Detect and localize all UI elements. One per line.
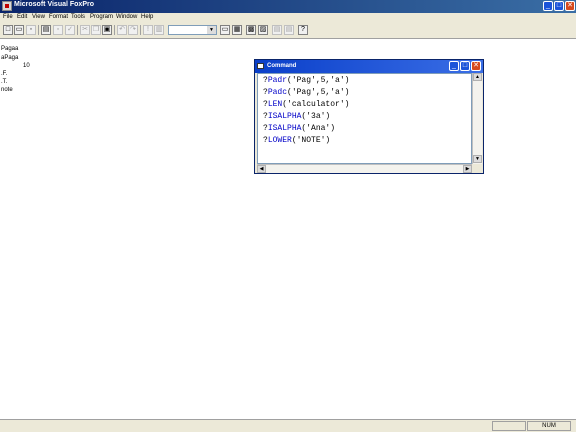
menu-file[interactable]: File	[3, 14, 13, 20]
toolbar-separator	[114, 25, 115, 35]
run-icon[interactable]: !	[143, 25, 153, 35]
code-window-icon[interactable]: ▤	[284, 25, 294, 35]
output-line: 10	[23, 63, 30, 69]
command-close-button[interactable]: ✕	[471, 61, 481, 71]
chevron-down-icon: ▼	[207, 26, 216, 34]
command-line[interactable]: ?ISALPHA('Ana')	[263, 123, 335, 134]
horizontal-scrollbar[interactable]: ◀ ▶	[257, 164, 472, 173]
menu-format[interactable]: Format	[49, 14, 68, 20]
command-args: ('NOTE')	[291, 136, 331, 145]
scroll-up-icon[interactable]: ▲	[473, 73, 482, 81]
command-line[interactable]: ?ISALPHA('3a')	[263, 111, 330, 122]
code-icon[interactable]: ▤	[272, 25, 282, 35]
scroll-down-icon[interactable]: ▼	[473, 155, 482, 163]
menu-edit[interactable]: Edit	[17, 14, 27, 20]
command-line[interactable]: ?LEN('calculator')	[263, 99, 349, 110]
command-line[interactable]: ?Padr('Pag',5,'a')	[263, 75, 349, 86]
database-dropdown[interactable]: ▼	[168, 25, 217, 35]
command-window-titlebar[interactable]: Command _ □ ✕	[255, 60, 483, 73]
close-button[interactable]: ✕	[565, 1, 575, 11]
output-line: Pagaa	[1, 46, 19, 52]
command-args: ('Ana')	[301, 124, 336, 133]
output-line: note	[1, 87, 13, 93]
command-line[interactable]: ?LOWER('NOTE')	[263, 135, 330, 146]
form-designer-icon[interactable]: ▩	[246, 25, 256, 35]
standard-toolbar: □ ▭ ▪ ▤ ▫ ✓ ✂ ❐ ▣ ↶ ↷ ! ▥ ▼ ▭ ▦ ▩ ▨ ▤ ▤ …	[0, 23, 576, 39]
menu-tools[interactable]: Tools	[71, 14, 85, 20]
app-title: Microsoft Visual FoxPro	[14, 1, 94, 8]
output-line: aPaga	[1, 55, 19, 61]
toolbar-separator	[77, 25, 78, 35]
menu-view[interactable]: View	[32, 14, 45, 20]
command-window-icon	[257, 63, 264, 69]
scroll-right-icon[interactable]: ▶	[463, 165, 472, 173]
redo-icon[interactable]: ↷	[128, 25, 138, 35]
menu-window[interactable]: Window	[116, 14, 137, 20]
vertical-scrollbar[interactable]: ▲ ▼	[472, 73, 482, 164]
command-args: ('Pag',5,'a')	[287, 88, 350, 97]
command-function: ISALPHA	[267, 112, 302, 121]
spelling-icon[interactable]: ✓	[65, 25, 75, 35]
command-args: ('3a')	[301, 112, 331, 121]
save-icon[interactable]: ▪	[26, 25, 36, 35]
print-icon[interactable]: ▤	[41, 25, 51, 35]
report-designer-icon[interactable]: ▨	[258, 25, 268, 35]
command-line[interactable]: ?Padc('Pag',5,'a')	[263, 87, 349, 98]
new-icon[interactable]: □	[3, 25, 13, 35]
data-session-icon[interactable]: ▦	[232, 25, 242, 35]
status-bar: NUM	[0, 419, 576, 432]
output-line: .T.	[1, 79, 8, 85]
command-function: Padr	[267, 76, 288, 85]
num-lock-indicator: NUM	[527, 421, 571, 431]
menu-program[interactable]: Program	[90, 14, 113, 20]
command-function: LOWER	[267, 136, 292, 145]
status-pane	[492, 421, 526, 431]
modify-form-icon[interactable]: ▥	[154, 25, 164, 35]
minimize-button[interactable]: _	[543, 1, 553, 11]
command-editor[interactable]: ?Padr('Pag',5,'a') ?Padc('Pag',5,'a') ?L…	[257, 73, 472, 164]
command-minimize-button[interactable]: _	[449, 61, 459, 71]
open-icon[interactable]: ▭	[14, 25, 24, 35]
command-args: ('Pag',5,'a')	[287, 76, 350, 85]
command-window: Command _ □ ✕ ?Padr('Pag',5,'a') ?Padc('…	[254, 59, 484, 174]
paste-icon[interactable]: ▣	[102, 25, 112, 35]
menu-bar: File Edit View Format Tools Program Wind…	[0, 13, 576, 23]
toolbar-separator	[140, 25, 141, 35]
menu-help[interactable]: Help	[141, 14, 153, 20]
command-function: LEN	[267, 100, 283, 109]
scroll-left-icon[interactable]: ◀	[257, 165, 266, 173]
command-function: Padc	[267, 88, 288, 97]
command-args: ('calculator')	[282, 100, 350, 109]
cut-icon[interactable]: ✂	[80, 25, 90, 35]
copy-icon[interactable]: ❐	[91, 25, 101, 35]
foxpro-icon	[2, 1, 12, 11]
command-maximize-button[interactable]: □	[460, 61, 470, 71]
app-titlebar: Microsoft Visual FoxPro _ □ ✕	[0, 0, 576, 13]
maximize-button[interactable]: □	[554, 1, 564, 11]
toolbar-separator	[38, 25, 39, 35]
print-preview-icon[interactable]: ▫	[53, 25, 63, 35]
command-function: ISALPHA	[267, 124, 302, 133]
undo-icon[interactable]: ↶	[117, 25, 127, 35]
command-window-title: Command	[267, 63, 297, 69]
help-icon[interactable]: ?	[298, 25, 308, 35]
output-line: .F.	[1, 71, 8, 77]
command-window-icon[interactable]: ▭	[220, 25, 230, 35]
